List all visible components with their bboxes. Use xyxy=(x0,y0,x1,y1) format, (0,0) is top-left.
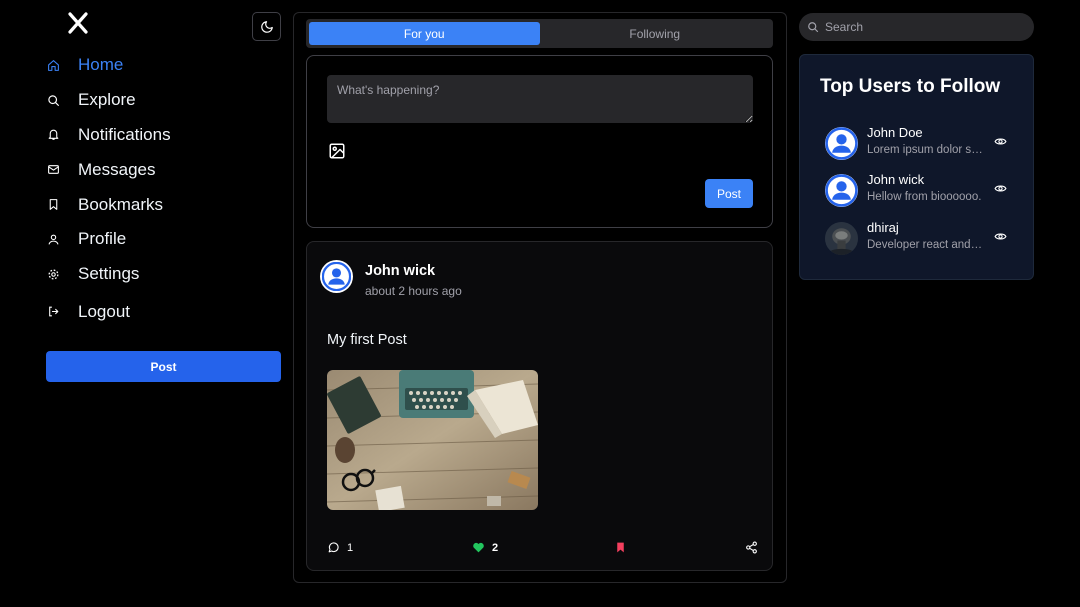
follow-user-row[interactable]: dhiraj Developer react and node xyxy=(825,220,1015,256)
avatar[interactable] xyxy=(825,127,858,160)
follow-user-name[interactable]: John Doe xyxy=(867,125,923,140)
follow-user-bio: Developer react and node xyxy=(867,239,985,251)
bell-icon xyxy=(46,128,60,142)
post-author[interactable]: John wick xyxy=(365,263,435,279)
follow-user-bio: Hellow from bioooooo. xyxy=(867,191,982,203)
bookmark-filled-icon xyxy=(617,542,624,553)
post-timestamp: about 2 hours ago xyxy=(365,284,462,298)
bookmark-icon xyxy=(46,198,60,212)
sidebar-post-button[interactable]: Post xyxy=(46,351,281,382)
follow-title: Top Users to Follow xyxy=(820,76,1001,97)
follow-user-bio: Lorem ipsum dolor sit amet xyxy=(867,144,985,156)
sidebar-item-label: Profile xyxy=(78,229,127,249)
search-input[interactable] xyxy=(825,20,1025,34)
default-avatar-icon xyxy=(825,127,858,160)
sidebar-item-bookmarks[interactable]: Bookmarks xyxy=(46,187,286,222)
default-avatar-icon xyxy=(322,262,351,291)
comment-button[interactable]: 1 xyxy=(327,541,353,554)
search-icon xyxy=(808,22,819,33)
sidebar-item-label: Explore xyxy=(78,90,136,110)
sidebar-item-messages[interactable]: Messages xyxy=(46,152,286,187)
avatar[interactable] xyxy=(825,174,858,207)
follow-user-name[interactable]: dhiraj xyxy=(867,220,899,235)
sidebar-item-label: Messages xyxy=(78,159,156,179)
like-button[interactable]: 2 xyxy=(472,541,498,554)
sidebar-item-notifications[interactable]: Notifications xyxy=(46,118,286,153)
sidebar-nav: Home Explore Notifications Messages Book… xyxy=(46,48,286,329)
mail-icon xyxy=(46,163,60,177)
x-logo[interactable] xyxy=(68,12,90,38)
eye-icon[interactable] xyxy=(994,135,1007,148)
follow-user-row[interactable]: John Doe Lorem ipsum dolor sit amet xyxy=(825,125,1015,161)
x-logo-icon xyxy=(68,12,88,34)
post-card: John wick about 2 hours ago My first Pos… xyxy=(306,241,773,571)
follow-user-row[interactable]: John wick Hellow from bioooooo. xyxy=(825,172,1015,208)
eye-icon[interactable] xyxy=(994,230,1007,243)
sidebar-item-home[interactable]: Home xyxy=(46,48,286,83)
moon-icon xyxy=(260,20,273,33)
post-image[interactable] xyxy=(327,370,538,510)
feed-tabs: For you Following xyxy=(306,19,773,48)
compose-input[interactable] xyxy=(327,75,753,123)
share-icon xyxy=(746,541,757,554)
tab-following[interactable]: Following xyxy=(540,22,771,45)
post-composer: Post xyxy=(306,55,773,228)
theme-toggle-button[interactable] xyxy=(252,12,281,41)
sidebar-item-profile[interactable]: Profile xyxy=(46,222,286,257)
user-icon xyxy=(46,232,60,246)
follow-user-name[interactable]: John wick xyxy=(867,172,924,187)
avatar[interactable] xyxy=(825,222,858,255)
tab-for-you[interactable]: For you xyxy=(309,22,540,45)
sidebar-item-logout[interactable]: Logout xyxy=(46,295,286,330)
sidebar-item-settings[interactable]: Settings xyxy=(46,257,286,292)
comment-count: 1 xyxy=(347,541,354,554)
logout-icon xyxy=(46,305,60,319)
sidebar-item-label: Settings xyxy=(78,264,140,284)
bookmark-button[interactable] xyxy=(614,541,627,554)
like-count: 2 xyxy=(492,541,499,554)
compose-post-button[interactable]: Post xyxy=(705,179,753,208)
photo-avatar-icon xyxy=(825,222,858,255)
desk-photo-image xyxy=(327,370,538,510)
post-actions: 1 2 xyxy=(327,541,758,557)
eye-icon[interactable] xyxy=(994,182,1007,195)
comment-icon xyxy=(328,542,339,553)
search-box xyxy=(799,13,1034,41)
sidebar-item-label: Home xyxy=(78,55,124,75)
share-button[interactable] xyxy=(745,541,758,554)
post-text: My first Post xyxy=(327,332,407,348)
gear-icon xyxy=(46,267,60,281)
sidebar-item-label: Logout xyxy=(78,301,130,321)
heart-icon xyxy=(473,542,484,553)
home-icon xyxy=(46,58,60,72)
follow-suggestions-card: Top Users to Follow John Doe Lorem ipsum… xyxy=(799,54,1034,280)
avatar[interactable] xyxy=(320,260,353,293)
sidebar-item-label: Bookmarks xyxy=(78,194,164,214)
image-upload-icon[interactable] xyxy=(328,142,346,160)
search-icon xyxy=(46,93,60,107)
default-avatar-icon xyxy=(825,174,858,207)
sidebar-item-label: Notifications xyxy=(78,124,171,144)
sidebar-item-explore[interactable]: Explore xyxy=(46,83,286,118)
